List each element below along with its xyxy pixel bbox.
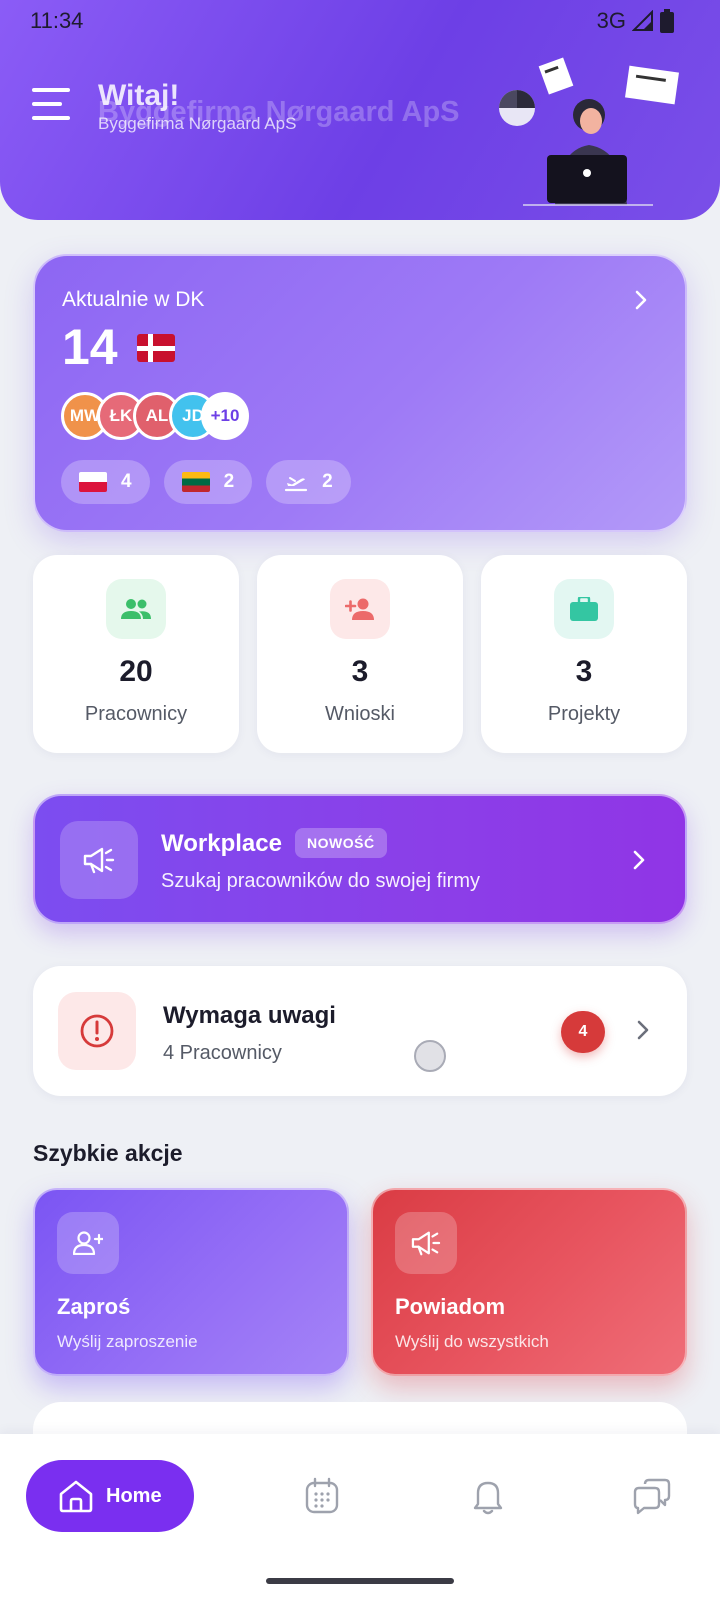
- stat-value: 20: [119, 655, 153, 688]
- action-subtitle: Wyślij zaproszenie: [57, 1332, 198, 1351]
- workplace-banner[interactable]: Workplace NOWOŚĆ Szukaj pracowników do s…: [33, 794, 687, 924]
- menu-button[interactable]: [32, 88, 72, 122]
- stat-label: Wnioski: [324, 703, 395, 725]
- stat-label: Pracownicy: [84, 703, 188, 725]
- nationality-chips: 4 2 2: [61, 460, 351, 504]
- battery-icon: [660, 9, 674, 33]
- chip-lithuania[interactable]: 2: [163, 460, 253, 504]
- stat-value: 3: [351, 655, 369, 688]
- denmark-flag-icon: [137, 334, 175, 362]
- action-subtitle: Wyślij do wszystkich: [395, 1332, 549, 1351]
- poland-flag-icon: [79, 472, 107, 492]
- nav-home-button[interactable]: Home: [26, 1460, 194, 1532]
- network-type: 3G: [596, 8, 626, 33]
- people-icon: [106, 579, 166, 639]
- greeting-block: Witaj! Byggefirma Nørgaard ApS: [98, 80, 296, 134]
- workplace-subtitle: Szukaj pracowników do swojej firmy: [161, 870, 481, 892]
- current-location-label: Aktualnie w DK: [62, 288, 205, 311]
- app-header: 11:34 3G Byggefirma Nørgaard ApS Witaj! …: [0, 0, 720, 220]
- header-illustration: [499, 57, 679, 206]
- status-time: 11:34: [30, 8, 84, 33]
- workplace-title: Workplace: [161, 830, 282, 857]
- chevron-right-icon: [637, 1020, 649, 1040]
- current-location-card[interactable]: Aktualnie w DK 14 MW ŁK AL JD +10 4 2 2: [33, 254, 687, 532]
- chip-traveling[interactable]: 2: [266, 460, 351, 504]
- signal-icon: [632, 10, 653, 31]
- home-indicator: [266, 1578, 454, 1584]
- alert-icon: [58, 992, 136, 1070]
- chevron-right-icon[interactable]: [631, 290, 651, 310]
- chip-value: 2: [322, 471, 333, 492]
- chevron-right-icon: [633, 850, 645, 870]
- person-add-icon: [57, 1212, 119, 1274]
- greeting-title: Witaj!: [98, 79, 180, 112]
- attention-count-badge: 4: [561, 1011, 605, 1053]
- invite-action-card[interactable]: Zaproś Wyślij zaproszenie: [33, 1188, 349, 1376]
- quick-actions-title: Szybkie akcje: [33, 1140, 183, 1166]
- chip-poland[interactable]: 4: [61, 460, 150, 504]
- nav-home-label: Home: [106, 1484, 162, 1507]
- stat-projects[interactable]: 3 Projekty: [481, 555, 687, 753]
- touch-indicator: [414, 1040, 446, 1072]
- stat-value: 3: [575, 655, 593, 688]
- notify-action-card[interactable]: Powiadom Wyślij do wszystkich: [371, 1188, 687, 1376]
- megaphone-icon: [395, 1212, 457, 1274]
- company-name: Byggefirma Nørgaard ApS: [98, 114, 297, 133]
- needs-attention-card[interactable]: Wymaga uwagi 4 Pracownicy 4: [33, 966, 687, 1096]
- chat-icon[interactable]: [632, 1476, 672, 1516]
- calendar-icon[interactable]: [302, 1476, 342, 1516]
- bottom-navigation: Home: [0, 1434, 720, 1600]
- plane-takeoff-icon: [285, 477, 308, 492]
- attention-subtitle: 4 Pracownicy: [163, 1042, 282, 1064]
- attention-title: Wymaga uwagi: [163, 1002, 336, 1029]
- status-bar: 11:34 3G: [0, 0, 720, 44]
- more-avatars-badge[interactable]: +10: [201, 392, 249, 440]
- current-count: 14: [62, 319, 118, 375]
- home-icon: [59, 1480, 93, 1513]
- new-badge: NOWOŚĆ: [295, 828, 387, 858]
- bell-icon[interactable]: [468, 1476, 508, 1516]
- stat-employees[interactable]: 20 Pracownicy: [33, 555, 239, 753]
- megaphone-icon: [60, 821, 138, 899]
- chip-value: 2: [223, 471, 235, 492]
- briefcase-icon: [554, 579, 614, 639]
- chip-value: 4: [121, 471, 132, 492]
- stat-requests[interactable]: 3 Wnioski: [257, 555, 463, 753]
- lithuania-flag-icon: [181, 472, 210, 492]
- person-add-icon: [330, 579, 390, 639]
- action-title: Zaproś: [57, 1294, 131, 1319]
- stat-label: Projekty: [547, 703, 621, 725]
- action-title: Powiadom: [395, 1294, 506, 1319]
